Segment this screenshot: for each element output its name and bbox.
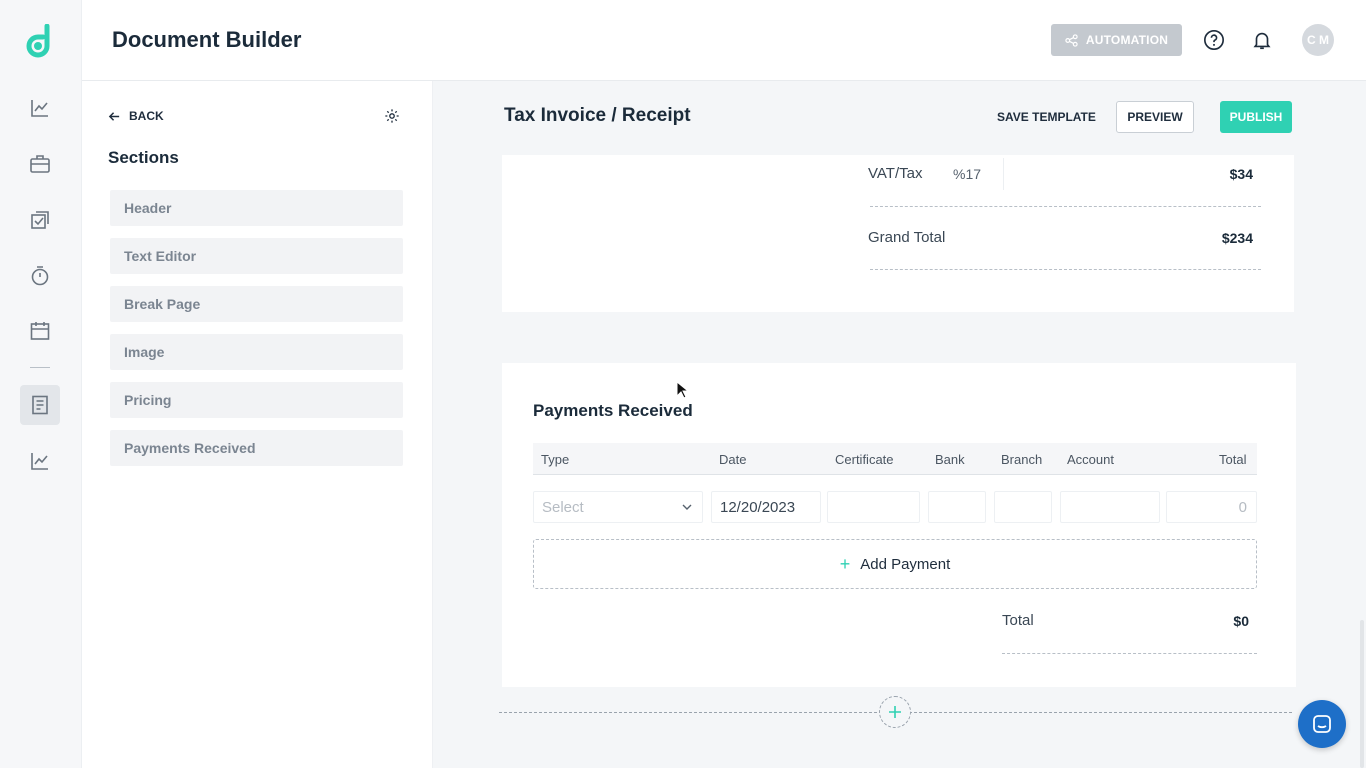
sections-panel: BACK Sections Header Text Editor Break P… <box>82 81 433 768</box>
column-certificate: Certificate <box>835 452 894 467</box>
publish-button[interactable]: PUBLISH <box>1220 101 1292 133</box>
plus-icon: + <box>839 554 851 574</box>
chat-icon <box>1313 715 1331 733</box>
add-payment-label: Add Payment <box>860 555 951 573</box>
back-button[interactable]: BACK <box>108 109 164 123</box>
divider <box>870 206 1261 207</box>
share-nodes-icon <box>1065 33 1078 47</box>
automation-label: AUTOMATION <box>1085 33 1169 47</box>
chat-launcher-button[interactable] <box>1298 700 1346 748</box>
add-payment-button[interactable]: + Add Payment <box>533 539 1257 589</box>
vat-label: VAT/Tax <box>868 165 923 182</box>
section-item-pricing[interactable]: Pricing <box>110 382 403 418</box>
chart-icon[interactable] <box>20 441 60 481</box>
avatar[interactable]: C M <box>1302 24 1334 56</box>
divider <box>870 269 1261 270</box>
vat-value: $34 <box>1229 166 1253 182</box>
mouse-cursor-icon <box>676 381 688 399</box>
preview-button[interactable]: PREVIEW <box>1116 101 1194 133</box>
account-input[interactable] <box>1060 491 1160 523</box>
column-type: Type <box>541 452 570 467</box>
payments-total-label: Total <box>1002 612 1034 629</box>
sections-title: Sections <box>108 148 179 167</box>
add-section-button[interactable] <box>879 696 911 728</box>
bank-input[interactable] <box>928 491 986 523</box>
column-bank: Bank <box>935 452 965 467</box>
column-total: Total <box>1219 452 1247 467</box>
document-icon[interactable] <box>20 385 60 425</box>
certificate-input[interactable] <box>827 491 920 523</box>
section-item-image[interactable]: Image <box>110 334 403 370</box>
checklist-icon[interactable] <box>20 200 60 240</box>
grand-total-value: $234 <box>1221 230 1253 246</box>
payments-title: Payments Received <box>533 401 693 420</box>
divider <box>1002 653 1257 654</box>
column-account: Account <box>1067 452 1114 467</box>
app-logo-icon[interactable] <box>25 23 55 58</box>
scrollbar[interactable] <box>1360 620 1364 768</box>
grand-total-label: Grand Total <box>868 229 946 246</box>
analytics-icon[interactable] <box>20 88 60 128</box>
briefcase-icon[interactable] <box>20 144 60 184</box>
gear-icon[interactable] <box>384 108 402 126</box>
help-icon[interactable] <box>1202 28 1226 52</box>
table-header <box>533 443 1257 475</box>
type-select-placeholder: Select <box>542 499 584 516</box>
arrow-left-icon <box>108 111 120 121</box>
section-item-payments-received[interactable]: Payments Received <box>110 430 403 466</box>
nav-rail <box>0 0 82 768</box>
column-date: Date <box>719 452 747 467</box>
payment-type-select[interactable]: Select <box>533 491 703 523</box>
section-item-text-editor[interactable]: Text Editor <box>110 238 403 274</box>
payment-date-input[interactable]: 12/20/2023 <box>711 491 821 523</box>
stopwatch-icon[interactable] <box>20 256 60 296</box>
branch-input[interactable] <box>994 491 1052 523</box>
payments-total-value: $0 <box>1233 613 1249 629</box>
section-item-break-page[interactable]: Break Page <box>110 286 403 322</box>
automation-button[interactable]: AUTOMATION <box>1051 24 1182 56</box>
document-title: Tax Invoice / Receipt <box>504 105 691 126</box>
section-item-header[interactable]: Header <box>110 190 403 226</box>
back-label: BACK <box>129 109 164 123</box>
save-template-button[interactable]: SAVE TEMPLATE <box>997 110 1096 124</box>
plus-icon <box>889 706 901 718</box>
rail-divider <box>30 367 50 368</box>
payment-total-input[interactable]: 0 <box>1166 491 1257 523</box>
column-branch: Branch <box>1001 452 1043 467</box>
app-title: Document Builder <box>112 27 302 52</box>
calendar-icon[interactable] <box>20 311 60 351</box>
top-bar: Document Builder AUTOMATION C M <box>82 0 1366 81</box>
bell-icon[interactable] <box>1250 28 1274 52</box>
vat-rate-input[interactable]: %17 <box>944 158 1004 190</box>
chevron-down-icon <box>682 504 692 510</box>
